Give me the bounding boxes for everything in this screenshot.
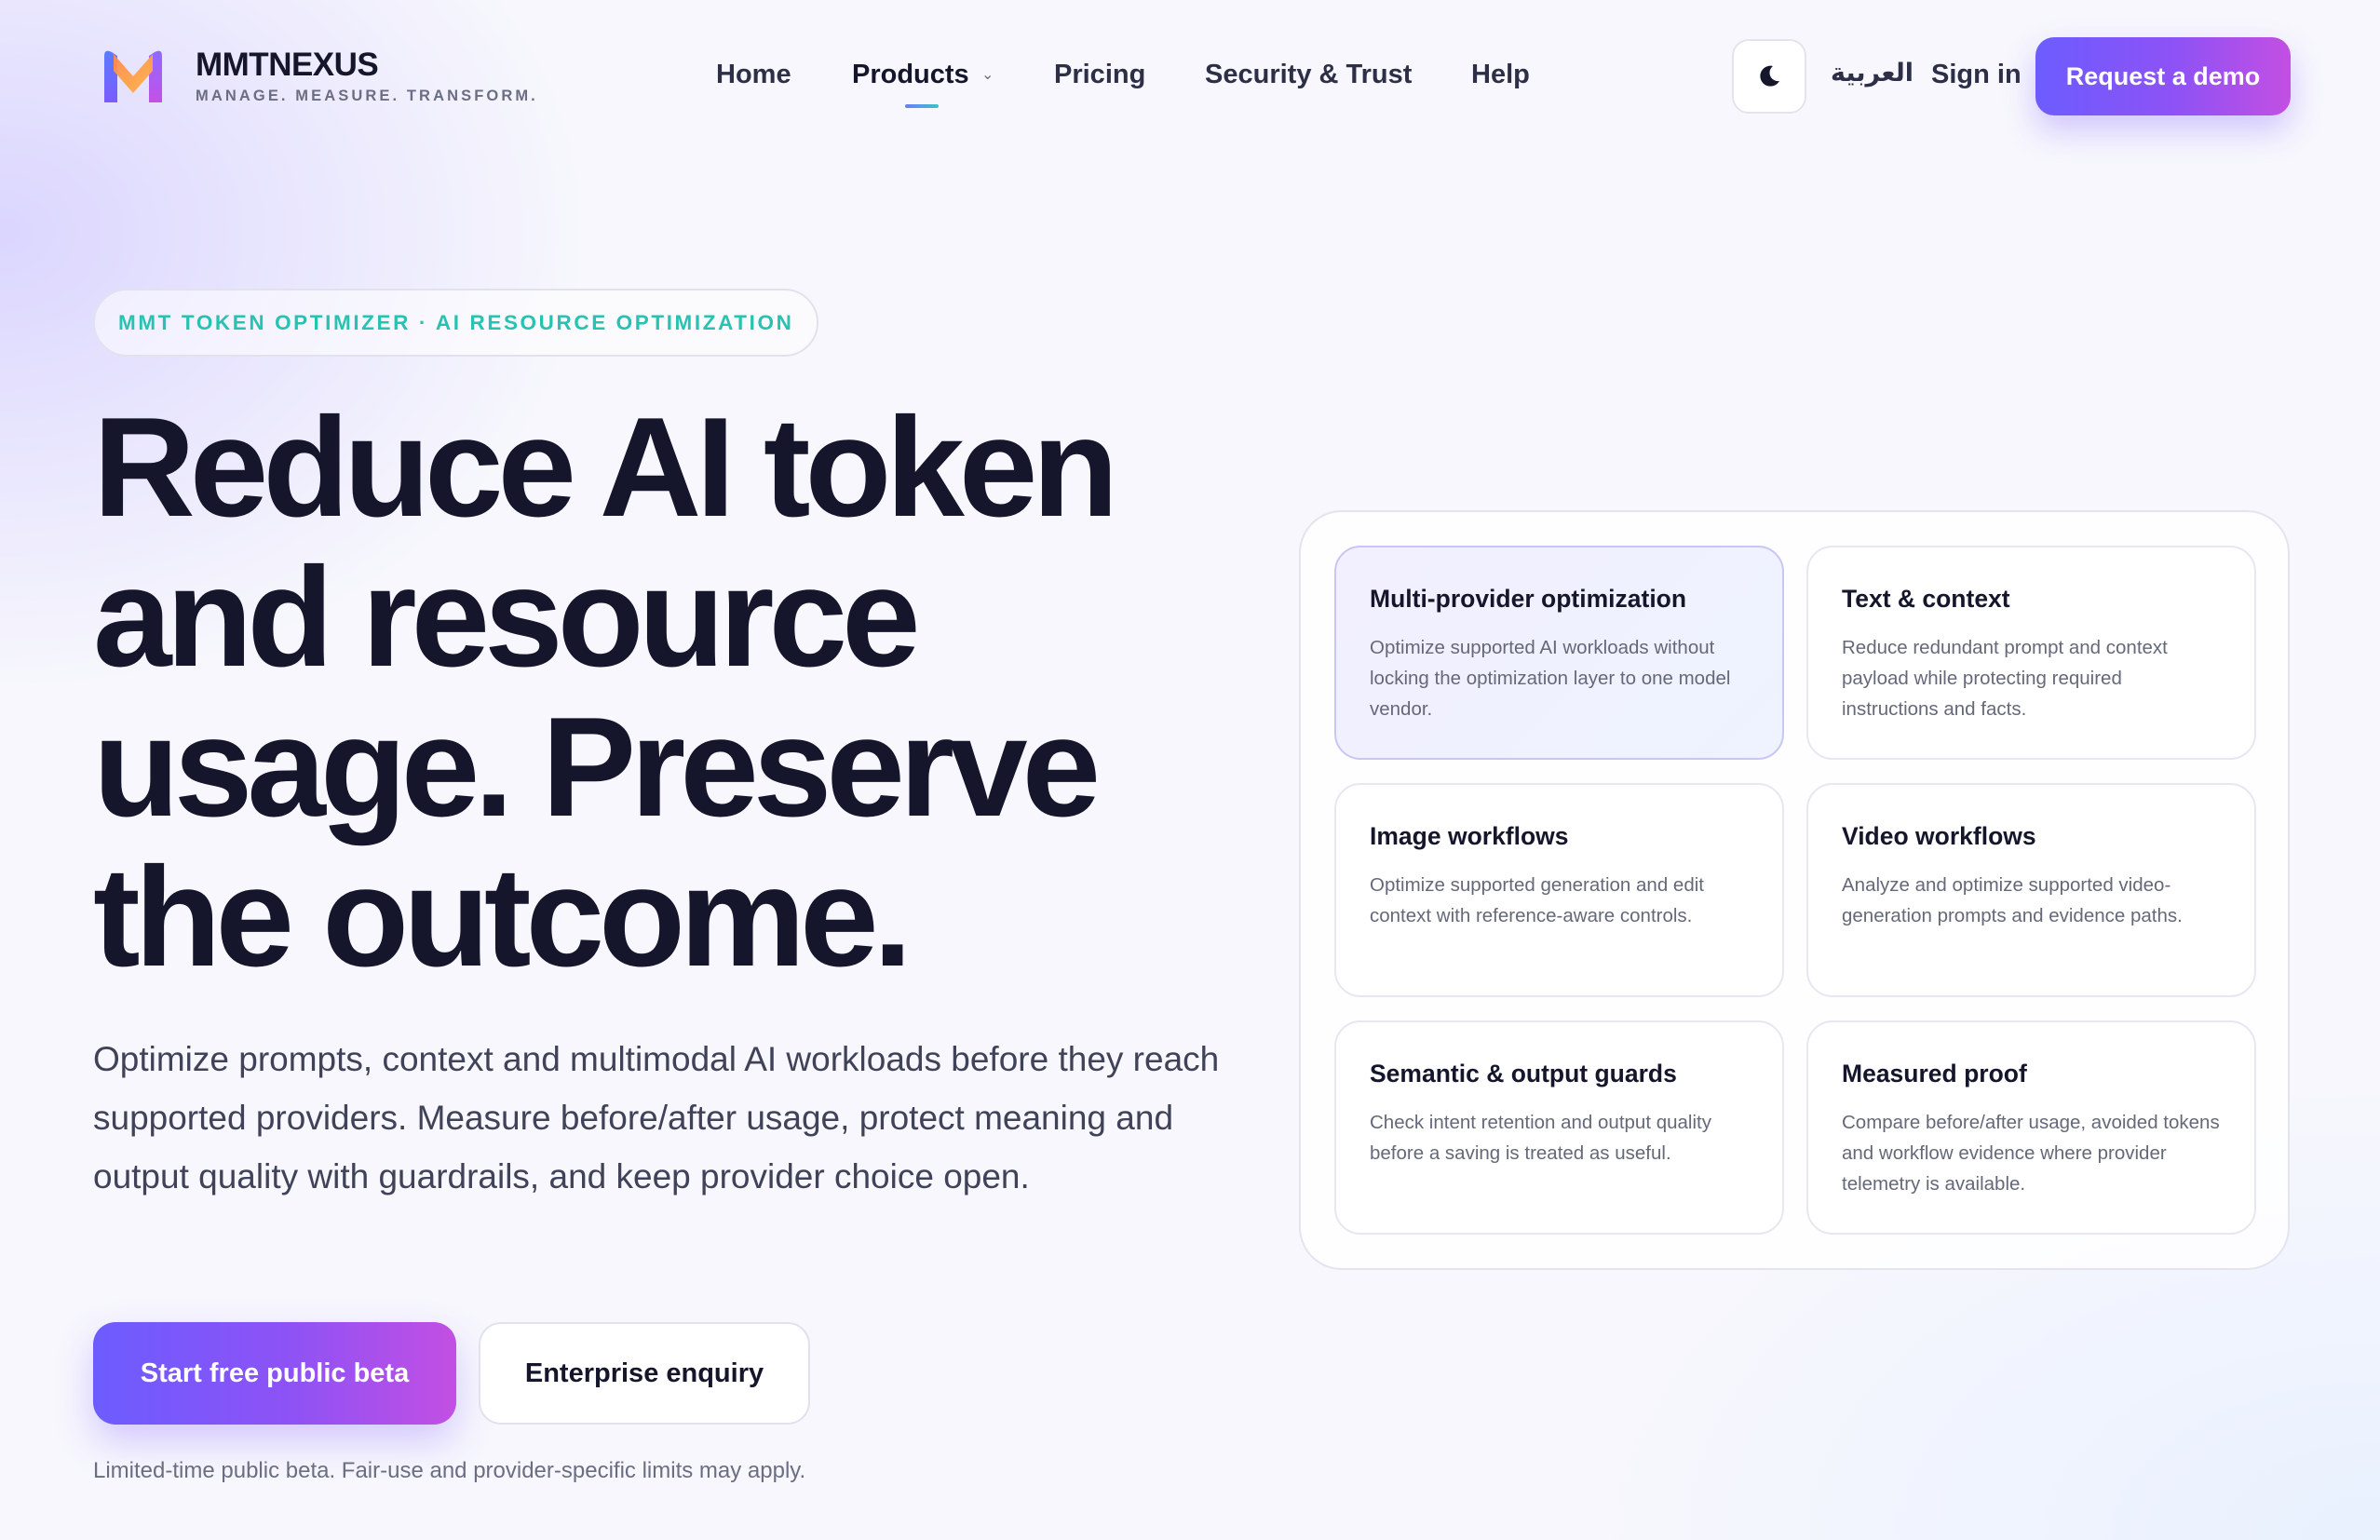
feature-grid-panel: Multi-provider optimization Optimize sup…	[1299, 510, 2290, 1270]
moon-icon	[1760, 65, 1779, 87]
feature-card-description: Optimize supported AI workloads without …	[1370, 637, 1731, 720]
nav-item-home[interactable]: Home	[716, 60, 791, 90]
feature-card-title: Multi-provider optimization	[1370, 585, 1687, 613]
nav-item-help[interactable]: Help	[1471, 60, 1530, 90]
sign-in-link[interactable]: Sign in	[1931, 60, 2022, 90]
feature-card-title: Video workflows	[1842, 822, 2036, 850]
hero-title-line: Reduce AI token	[93, 388, 1118, 547]
mmtnexus-logo-icon[interactable]	[101, 47, 166, 104]
feature-card-title: Image workflows	[1370, 822, 1569, 850]
nav-item-pricing[interactable]: Pricing	[1054, 60, 1145, 90]
feature-card-text-context[interactable]: Text & context Reduce redundant prompt a…	[1806, 546, 2256, 760]
feature-card-title: Semantic & output guards	[1370, 1060, 1677, 1087]
hero-title-line: the outcome.	[93, 838, 913, 996]
feature-card-description: Analyze and optimize supported video-gen…	[1842, 874, 2183, 926]
feature-card-description: Compare before/after usage, avoided toke…	[1842, 1112, 2220, 1195]
hero-title-line: and resource	[93, 538, 921, 696]
site-header: MMTNEXUS MANAGE. MEASURE. TRANSFORM. Hom…	[0, 0, 2380, 154]
feature-card-title: Text & context	[1842, 585, 2010, 613]
hero-title: Reduce AI token and resource usage. Pres…	[93, 393, 1266, 993]
hero-eyebrow-badge: MMT TOKEN OPTIMIZER · AI RESOURCE OPTIMI…	[93, 289, 819, 357]
start-free-beta-button[interactable]: Start free public beta	[93, 1322, 456, 1425]
request-demo-button[interactable]: Request a demo	[2035, 37, 2291, 115]
language-switch-link[interactable]: العربية	[1831, 59, 1913, 88]
brand-tagline: MANAGE. MEASURE. TRANSFORM.	[196, 88, 538, 104]
nav-item-security-trust[interactable]: Security & Trust	[1205, 60, 1412, 90]
active-nav-indicator	[905, 104, 939, 108]
enterprise-enquiry-button[interactable]: Enterprise enquiry	[479, 1322, 810, 1425]
beta-disclaimer: Limited-time public beta. Fair-use and p…	[93, 1458, 806, 1483]
feature-card-description: Optimize supported generation and edit c…	[1370, 874, 1704, 926]
nav-item-products[interactable]: Products	[852, 60, 969, 90]
brand-name[interactable]: MMTNEXUS	[196, 47, 379, 84]
feature-card-semantic-output-guards[interactable]: Semantic & output guards Check intent re…	[1334, 1020, 1784, 1235]
hero-title-line: usage. Preserve	[93, 688, 1101, 846]
feature-card-title: Measured proof	[1842, 1060, 2027, 1087]
chevron-down-icon[interactable]: ⌄	[981, 65, 994, 84]
feature-card-measured-proof[interactable]: Measured proof Compare before/after usag…	[1806, 1020, 2256, 1235]
feature-card-image-workflows[interactable]: Image workflows Optimize supported gener…	[1334, 783, 1784, 997]
feature-card-description: Reduce redundant prompt and context payl…	[1842, 637, 2168, 720]
feature-card-description: Check intent retention and output qualit…	[1370, 1112, 1711, 1164]
feature-card-video-workflows[interactable]: Video workflows Analyze and optimize sup…	[1806, 783, 2256, 997]
feature-card-multi-provider[interactable]: Multi-provider optimization Optimize sup…	[1334, 546, 1784, 760]
theme-toggle-button[interactable]	[1732, 39, 1806, 114]
hero-subtitle: Optimize prompts, context and multimodal…	[93, 1040, 1220, 1196]
